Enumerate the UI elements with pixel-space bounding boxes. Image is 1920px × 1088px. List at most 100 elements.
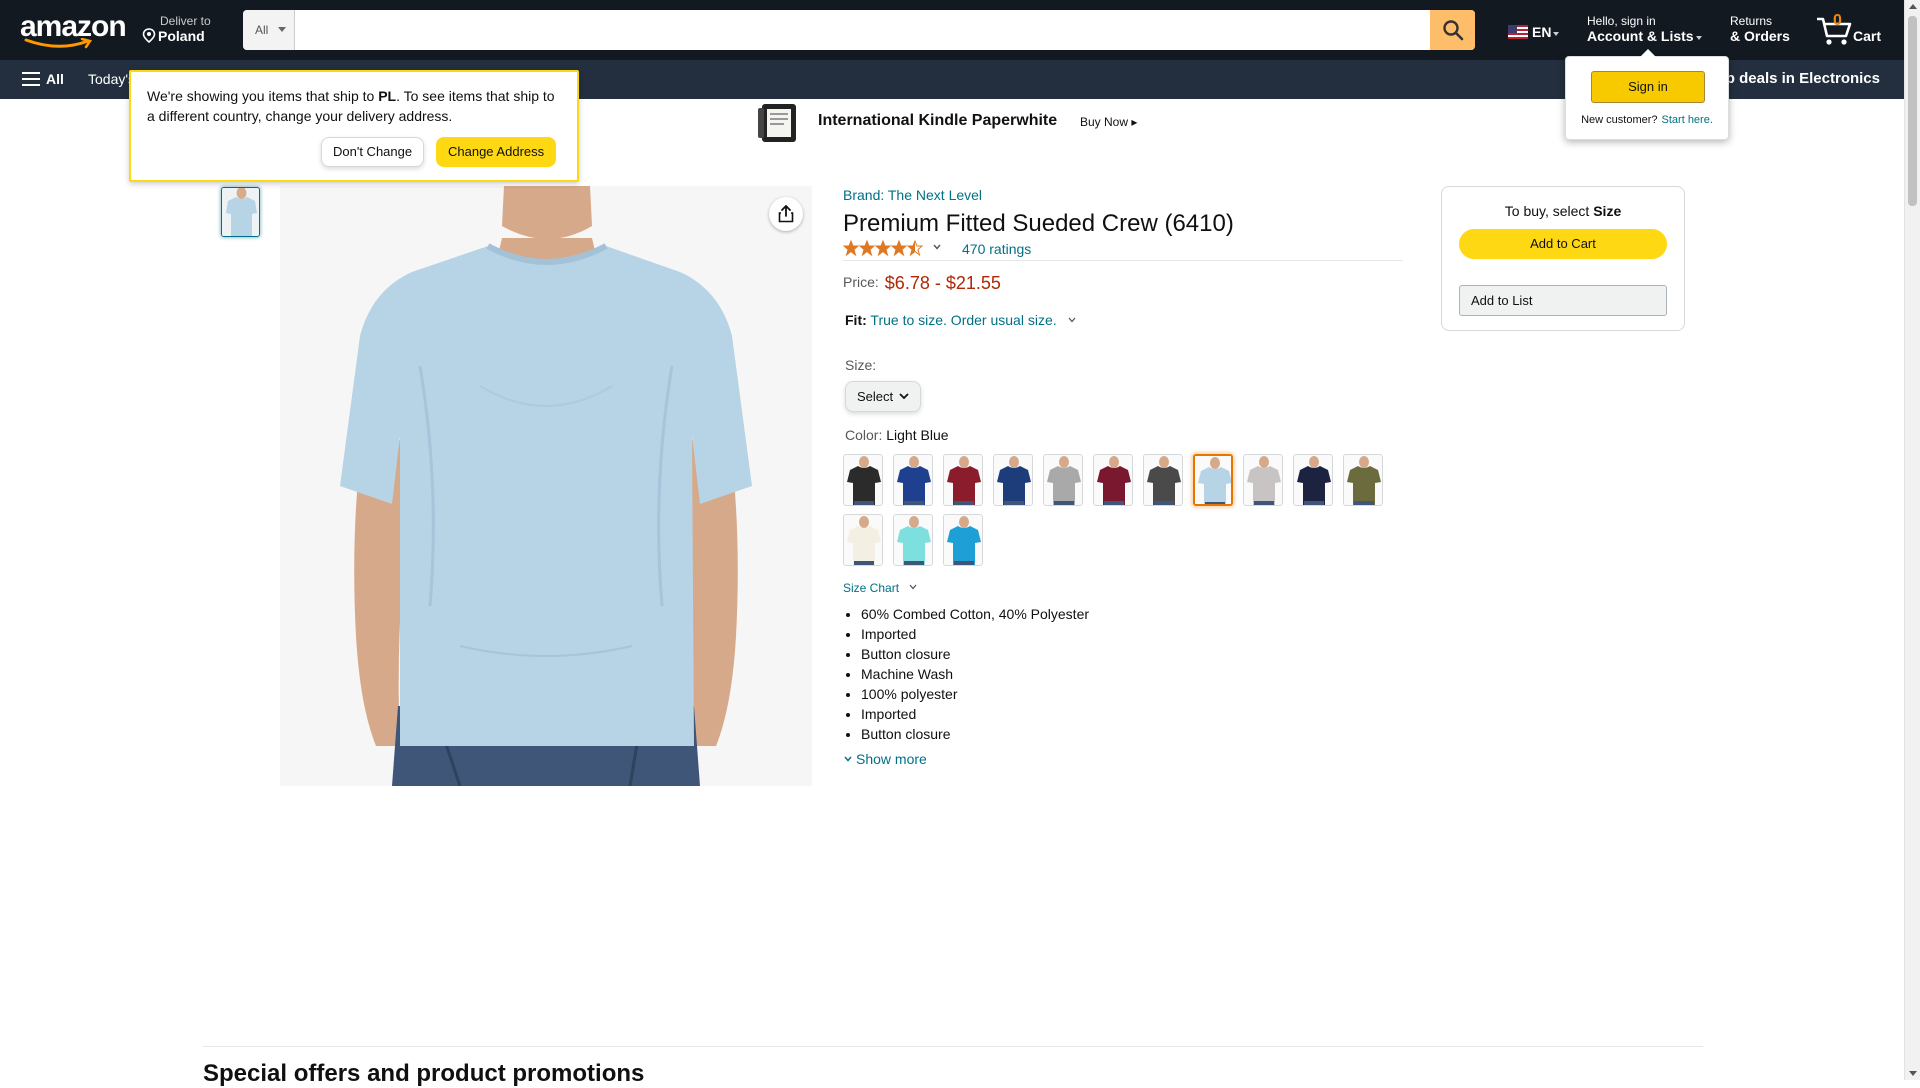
chevron-down-icon bbox=[899, 393, 909, 400]
ship-country-code: PL bbox=[378, 88, 397, 104]
ratings-count-link[interactable]: 470 ratings bbox=[962, 241, 1031, 257]
color-swatch[interactable] bbox=[893, 514, 933, 566]
buy-box-instruction: To buy, select Size bbox=[1442, 203, 1684, 219]
tshirt-swatch-image bbox=[844, 455, 882, 505]
cart-count: 0 bbox=[1833, 12, 1842, 29]
section-divider bbox=[203, 1046, 1703, 1047]
amazon-logo[interactable]: amazon bbox=[20, 12, 127, 49]
buy-box: To buy, select Size Add to Cart Add to L… bbox=[1441, 186, 1685, 331]
scrollbar-thumb[interactable] bbox=[1908, 16, 1917, 206]
chevron-down-icon[interactable] bbox=[1067, 315, 1077, 325]
brand-link[interactable]: Brand: The Next Level bbox=[843, 187, 982, 203]
page-scrollbar[interactable] bbox=[1904, 0, 1920, 1080]
color-swatch[interactable] bbox=[843, 454, 883, 506]
search-department-label: All bbox=[255, 23, 269, 37]
color-swatch[interactable] bbox=[1193, 454, 1233, 506]
color-swatch[interactable] bbox=[1293, 454, 1333, 506]
deliver-country: Poland bbox=[158, 28, 205, 44]
color-swatch[interactable] bbox=[1343, 454, 1383, 506]
feature-bullet: Imported bbox=[861, 704, 1089, 724]
image-thumbnail[interactable] bbox=[221, 187, 260, 237]
offers-heading: Special offers and product promotions bbox=[203, 1060, 645, 1087]
tshirt-swatch-image bbox=[1144, 455, 1182, 505]
add-to-list-button[interactable]: Add to List bbox=[1459, 285, 1667, 316]
color-swatch[interactable] bbox=[843, 514, 883, 566]
search-icon bbox=[1442, 20, 1463, 41]
tshirt-swatch-image bbox=[944, 515, 982, 565]
tshirt-swatch-image bbox=[1344, 455, 1382, 505]
language-code: EN bbox=[1532, 24, 1552, 40]
search-button[interactable] bbox=[1430, 10, 1475, 50]
color-swatch[interactable] bbox=[943, 454, 983, 506]
product-title: Premium Fitted Sueded Crew (6410) bbox=[843, 210, 1234, 237]
dont-change-button[interactable]: Don't Change bbox=[321, 137, 425, 167]
change-address-button[interactable]: Change Address bbox=[436, 137, 557, 167]
product-main-image[interactable] bbox=[280, 186, 812, 786]
chevron-down-icon[interactable] bbox=[932, 242, 942, 252]
color-swatch[interactable] bbox=[943, 514, 983, 566]
tshirt-swatch-image bbox=[1294, 455, 1332, 505]
ship-to-message: We're showing you items that ship to PL.… bbox=[147, 86, 561, 126]
show-more-toggle[interactable]: Show more bbox=[843, 751, 927, 767]
star-icon bbox=[890, 239, 908, 257]
deliver-to[interactable]: Deliver to Poland bbox=[142, 14, 211, 46]
color-swatch[interactable] bbox=[993, 454, 1033, 506]
feature-bullet: Imported bbox=[861, 624, 1089, 644]
color-row: Color: Light Blue bbox=[845, 427, 949, 443]
deliver-line1: Deliver to bbox=[160, 14, 211, 28]
account-lists-menu[interactable]: Hello, sign in Account & Lists bbox=[1587, 14, 1702, 44]
electronics-deals-link[interactable]: op deals in Electronics bbox=[1717, 70, 1880, 87]
feature-bullet: Machine Wash bbox=[861, 664, 1089, 684]
search-bar: All bbox=[243, 10, 1475, 50]
price-range: $6.78 - $21.55 bbox=[884, 273, 1001, 293]
cart-link[interactable]: 0 Cart bbox=[1815, 12, 1885, 48]
todays-deals-link[interactable]: Today's bbox=[88, 71, 135, 87]
chevron-down-icon[interactable] bbox=[908, 582, 918, 592]
fit-row: Fit: True to size. Order usual size. bbox=[845, 312, 1077, 328]
signin-flyout: Sign in New customer? Start here. bbox=[1565, 49, 1729, 140]
color-swatch[interactable] bbox=[893, 454, 933, 506]
tshirt-swatch-image bbox=[1044, 455, 1082, 505]
tshirt-swatch-image bbox=[894, 455, 932, 505]
price-label: Price: bbox=[843, 274, 879, 290]
color-swatch[interactable] bbox=[1093, 454, 1133, 506]
size-chart-row: Size Chart bbox=[843, 581, 918, 595]
tshirt-swatch-image bbox=[844, 515, 882, 565]
tshirt-model-image bbox=[280, 186, 812, 786]
tshirt-swatch-image bbox=[994, 455, 1032, 505]
color-swatch[interactable] bbox=[1243, 454, 1283, 506]
feature-bullet: Button closure bbox=[861, 644, 1089, 664]
size-select-dropdown[interactable]: Select bbox=[845, 381, 921, 412]
tshirt-swatch-image bbox=[894, 515, 932, 565]
location-pin-icon bbox=[142, 28, 156, 46]
size-chart-link[interactable]: Size Chart bbox=[843, 581, 899, 595]
share-button[interactable] bbox=[769, 197, 803, 231]
fit-value-link[interactable]: True to size. Order usual size. bbox=[870, 312, 1056, 328]
language-selector[interactable]: EN bbox=[1508, 24, 1560, 40]
ship-to-popover: We're showing you items that ship to PL.… bbox=[129, 70, 579, 182]
add-to-cart-button[interactable]: Add to Cart bbox=[1459, 229, 1667, 259]
star-rating-icon[interactable] bbox=[842, 239, 925, 261]
color-label: Color: bbox=[845, 427, 883, 443]
star-icon bbox=[858, 239, 876, 257]
banner-buy-now[interactable]: Buy Now ▸ bbox=[1080, 115, 1137, 129]
returns-orders-link[interactable]: Returns & Orders bbox=[1730, 14, 1790, 44]
all-menu-button[interactable]: All bbox=[22, 71, 64, 87]
size-label: Size: bbox=[845, 357, 877, 373]
all-menu-label: All bbox=[46, 71, 64, 87]
size-select-value: Select bbox=[857, 389, 894, 404]
star-icon bbox=[842, 239, 860, 257]
banner-title: International Kindle Paperwhite bbox=[818, 112, 1058, 129]
scroll-down-arrow-icon[interactable] bbox=[1909, 1071, 1917, 1076]
sign-in-button[interactable]: Sign in bbox=[1591, 71, 1705, 103]
color-swatch[interactable] bbox=[1143, 454, 1183, 506]
tshirt-swatch-image bbox=[1094, 455, 1132, 505]
search-department-dropdown[interactable]: All bbox=[243, 10, 295, 50]
scroll-up-arrow-icon[interactable] bbox=[1909, 4, 1917, 9]
color-swatch[interactable] bbox=[1043, 454, 1083, 506]
show-more-link[interactable]: Show more bbox=[856, 751, 927, 767]
caret-down-icon bbox=[278, 27, 286, 32]
start-here-link[interactable]: Start here. bbox=[1662, 114, 1713, 126]
account-greeting: Hello, sign in bbox=[1587, 14, 1656, 28]
search-input[interactable] bbox=[295, 10, 1423, 50]
